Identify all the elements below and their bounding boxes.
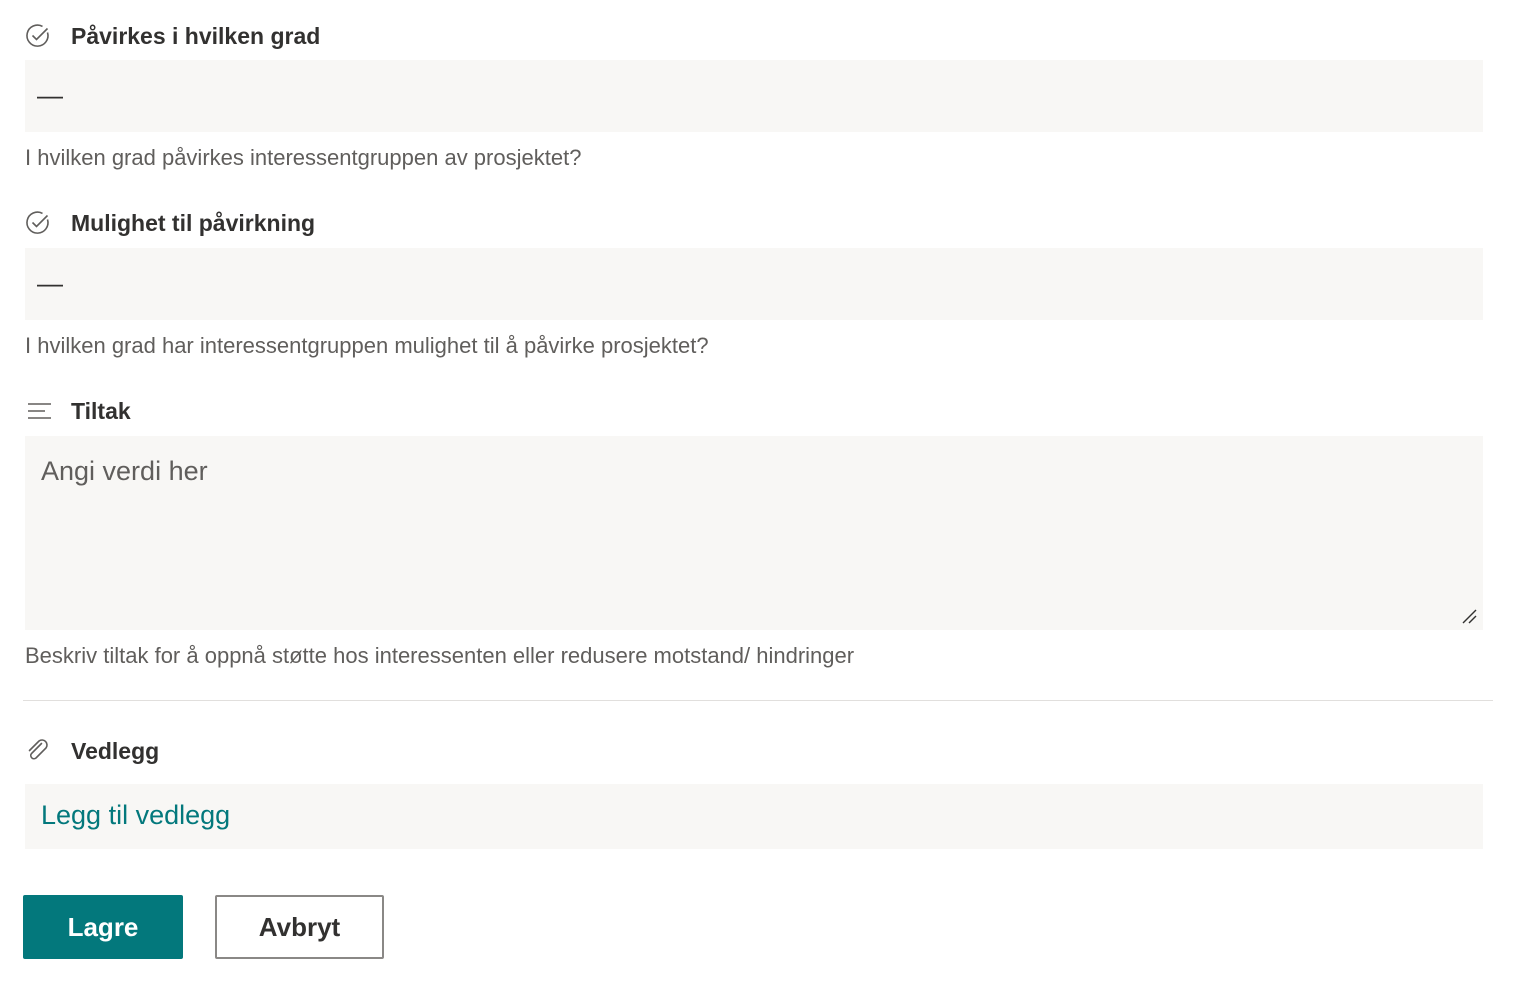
check-circle-icon (25, 209, 59, 237)
section-divider (23, 700, 1493, 701)
paperclip-icon (25, 737, 59, 765)
edit-form: Påvirkes i hvilken grad — I hvilken grad… (0, 0, 1531, 998)
influence-field-title: Mulighet til påvirkning (71, 209, 316, 236)
cancel-button[interactable]: Avbryt (215, 895, 384, 959)
save-button[interactable]: Lagre (23, 895, 183, 959)
attachments-field-title: Vedlegg (71, 737, 160, 764)
impact-field-help: I hvilken grad påvirkes interessentgrupp… (25, 145, 582, 170)
impact-field-value-box[interactable]: — (25, 60, 1483, 132)
attachments-box: Legg til vedlegg (25, 784, 1483, 849)
influence-field-value-box[interactable]: — (25, 248, 1483, 320)
impact-field-title: Påvirkes i hvilken grad (71, 22, 321, 49)
check-circle-icon (25, 22, 59, 50)
measures-textarea-wrapper (25, 436, 1483, 630)
measures-field-header: Tiltak (25, 391, 131, 431)
influence-field-header: Mulighet til påvirkning (25, 203, 315, 243)
attachments-field-header: Vedlegg (25, 731, 159, 771)
measures-textarea[interactable] (25, 436, 1483, 630)
influence-field-value: — (37, 268, 63, 298)
resize-grip-icon[interactable] (1461, 608, 1477, 624)
measures-field-title: Tiltak (71, 397, 131, 424)
influence-field-help: I hvilken grad har interessentgruppen mu… (25, 333, 709, 358)
add-attachment-link[interactable]: Legg til vedlegg (41, 800, 230, 831)
impact-field-header: Påvirkes i hvilken grad (25, 16, 320, 56)
measures-field-help: Beskriv tiltak for å oppnå støtte hos in… (25, 643, 855, 668)
impact-field-value: — (37, 80, 63, 110)
multiline-text-icon (25, 397, 59, 425)
